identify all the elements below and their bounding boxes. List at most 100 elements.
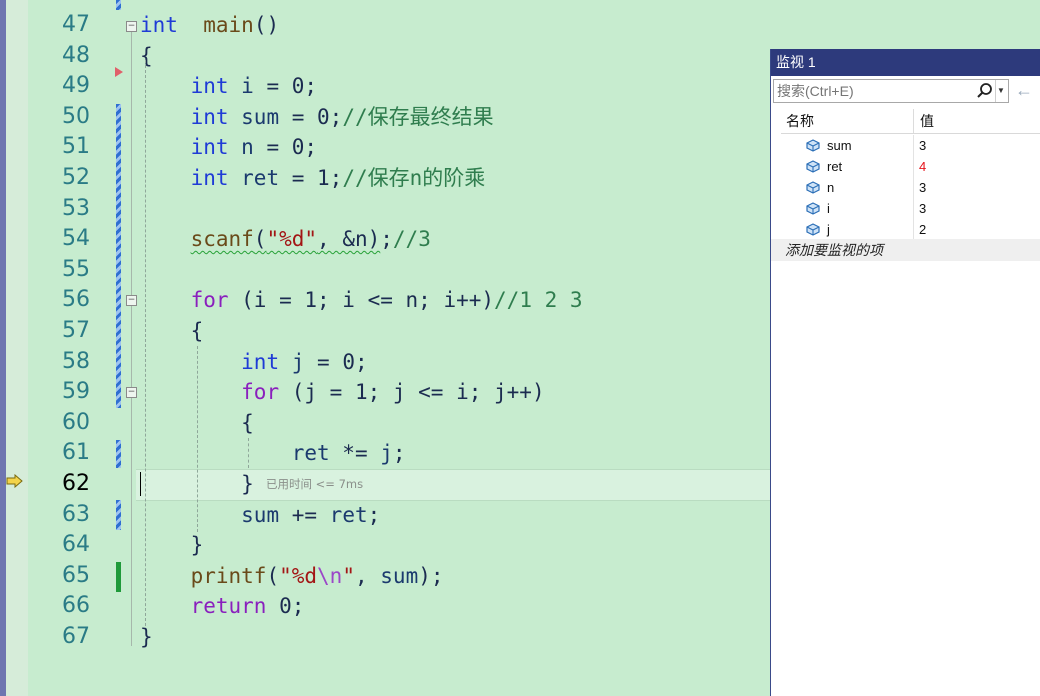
code-token: = 0; bbox=[253, 74, 318, 99]
line-number: 60 bbox=[62, 409, 90, 435]
code-text[interactable]: } bbox=[140, 530, 204, 560]
code-token: ; bbox=[367, 502, 381, 527]
watch-row[interactable]: n3 bbox=[781, 177, 1040, 198]
code-line[interactable]: 60 { bbox=[28, 408, 770, 438]
back-arrow-icon[interactable]: ← bbox=[1015, 79, 1033, 101]
code-line[interactable]: 59 for (j = 1; j <= i; j++) bbox=[28, 377, 770, 407]
column-separator bbox=[913, 135, 914, 156]
code-token: "%d bbox=[279, 563, 318, 588]
code-text[interactable]: scanf("%d", &n);//3 bbox=[140, 224, 431, 254]
watch-window[interactable]: 监视 1 ▼ ← 名称 值 sum3ret4n3i3j2 添加要监视的项 bbox=[770, 49, 1040, 696]
run-to-click-icon[interactable] bbox=[114, 66, 124, 78]
code-editor[interactable]: 47 int main() 48{49 int i = 0; 50 int sum =… bbox=[28, 0, 770, 696]
code-token: 0; bbox=[266, 594, 305, 619]
line-number: 65 bbox=[62, 562, 90, 588]
watch-name: ret bbox=[827, 159, 843, 174]
glyph-margin[interactable] bbox=[6, 0, 28, 696]
fold-toggle-inner-for[interactable]: − bbox=[126, 387, 137, 398]
code-line[interactable]: 53 bbox=[28, 194, 770, 224]
watch-search-box[interactable]: ▼ bbox=[773, 79, 1009, 103]
column-separator bbox=[913, 156, 914, 177]
code-line[interactable]: 58 int j = 0; bbox=[28, 347, 770, 377]
watch-value[interactable]: 3 bbox=[919, 177, 926, 198]
code-line[interactable]: 55 bbox=[28, 255, 770, 285]
code-token: ; bbox=[392, 441, 406, 466]
watch-row[interactable]: i3 bbox=[781, 198, 1040, 219]
code-line[interactable]: 54 scanf("%d", &n);//3 bbox=[28, 224, 770, 254]
change-bar bbox=[116, 440, 121, 468]
line-number: 63 bbox=[62, 501, 90, 527]
code-text[interactable]: int sum = 0;//保存最终结果 bbox=[140, 102, 494, 132]
code-token: "%d" bbox=[266, 227, 318, 252]
watch-value[interactable]: 3 bbox=[919, 135, 926, 156]
code-line[interactable]: 66 return 0; bbox=[28, 591, 770, 621]
watch-value[interactable]: 4 bbox=[919, 156, 926, 177]
search-depth-dropdown[interactable]: ▼ bbox=[995, 80, 1006, 102]
code-line[interactable]: 52 int ret = 1;//保存n的阶乘 bbox=[28, 163, 770, 193]
watch-value[interactable]: 3 bbox=[919, 198, 926, 219]
code-text[interactable]: { bbox=[140, 316, 204, 346]
watch-row[interactable]: ret 4 bbox=[781, 156, 1040, 177]
code-line[interactable]: 64 } bbox=[28, 530, 770, 560]
code-text[interactable]: sum += ret; bbox=[140, 500, 380, 530]
code-line[interactable]: 49 int i = 0; bbox=[28, 71, 770, 101]
code-text[interactable]: for (j = 1; j <= i; j++) bbox=[140, 377, 545, 407]
code-token: int bbox=[140, 13, 178, 37]
code-token: (j = 1; j <= i; j++) bbox=[279, 380, 545, 405]
code-line[interactable]: 63 sum += ret; bbox=[28, 500, 770, 530]
change-bar bbox=[116, 104, 121, 408]
line-number: 59 bbox=[62, 379, 90, 405]
code-token: //1 2 3 bbox=[494, 288, 583, 313]
code-line[interactable]: 48 { bbox=[28, 41, 770, 71]
line-number: 56 bbox=[62, 287, 90, 313]
line-number: 54 bbox=[62, 226, 90, 252]
code-text[interactable]: } bbox=[140, 622, 153, 652]
code-token: j bbox=[279, 349, 305, 374]
code-line[interactable]: 61 ret *= j; bbox=[28, 438, 770, 468]
code-text[interactable]: int j = 0; bbox=[140, 347, 367, 377]
variable-icon bbox=[806, 181, 820, 194]
variable-icon bbox=[806, 160, 820, 173]
code-text[interactable]: int main() bbox=[140, 10, 279, 40]
code-text[interactable]: return 0; bbox=[140, 591, 305, 621]
code-text[interactable]: { bbox=[140, 41, 153, 71]
watch-row[interactable]: sum 3 bbox=[781, 135, 1040, 156]
column-value-header[interactable]: 值 bbox=[920, 109, 934, 133]
fold-toggle-main[interactable]: − bbox=[126, 21, 137, 32]
code-line[interactable]: 56 for (i = 1; i <= n; i++)//1 2 3 bbox=[28, 285, 770, 315]
code-text[interactable]: int ret = 1;//保存n的阶乘 bbox=[140, 163, 486, 193]
line-number: 47 bbox=[62, 12, 90, 37]
code-text[interactable]: printf("%d\n", sum); bbox=[140, 561, 444, 591]
code-text[interactable]: ret *= j; bbox=[140, 438, 406, 468]
indent-guide bbox=[197, 346, 198, 532]
change-bar bbox=[116, 0, 121, 10]
add-watch-item[interactable]: 添加要监视的项 bbox=[771, 239, 1040, 261]
code-line[interactable]: 50 int sum = 0;//保存最终结果 bbox=[28, 102, 770, 132]
watch-row[interactable]: j2 bbox=[781, 219, 1040, 240]
code-line[interactable]: 67} bbox=[28, 622, 770, 652]
watch-name: i bbox=[827, 201, 830, 216]
code-line[interactable]: 51 int n = 0; bbox=[28, 132, 770, 162]
code-token: ( bbox=[253, 227, 267, 252]
execution-pointer-icon bbox=[6, 474, 23, 488]
fold-toggle-outer-for[interactable]: − bbox=[126, 295, 137, 306]
code-text[interactable]: int i = 0; bbox=[140, 71, 317, 101]
code-line[interactable]: 47 int main() bbox=[28, 10, 770, 40]
watch-search-input[interactable] bbox=[774, 80, 967, 102]
line-number: 67 bbox=[62, 624, 90, 649]
column-separator[interactable] bbox=[913, 109, 914, 133]
code-line[interactable]: 65 printf("%d\n", sum); bbox=[28, 561, 770, 591]
search-icon[interactable] bbox=[976, 82, 994, 100]
code-text[interactable]: for (i = 1; i <= n; i++)//1 2 3 bbox=[140, 285, 583, 315]
code-text[interactable]: int n = 0; bbox=[140, 132, 317, 162]
watch-name: sum bbox=[827, 138, 852, 153]
code-line[interactable]: 57 { bbox=[28, 316, 770, 346]
change-bar bbox=[116, 500, 121, 530]
column-name-header[interactable]: 名称 bbox=[786, 109, 814, 133]
watch-value[interactable]: 2 bbox=[919, 219, 926, 240]
